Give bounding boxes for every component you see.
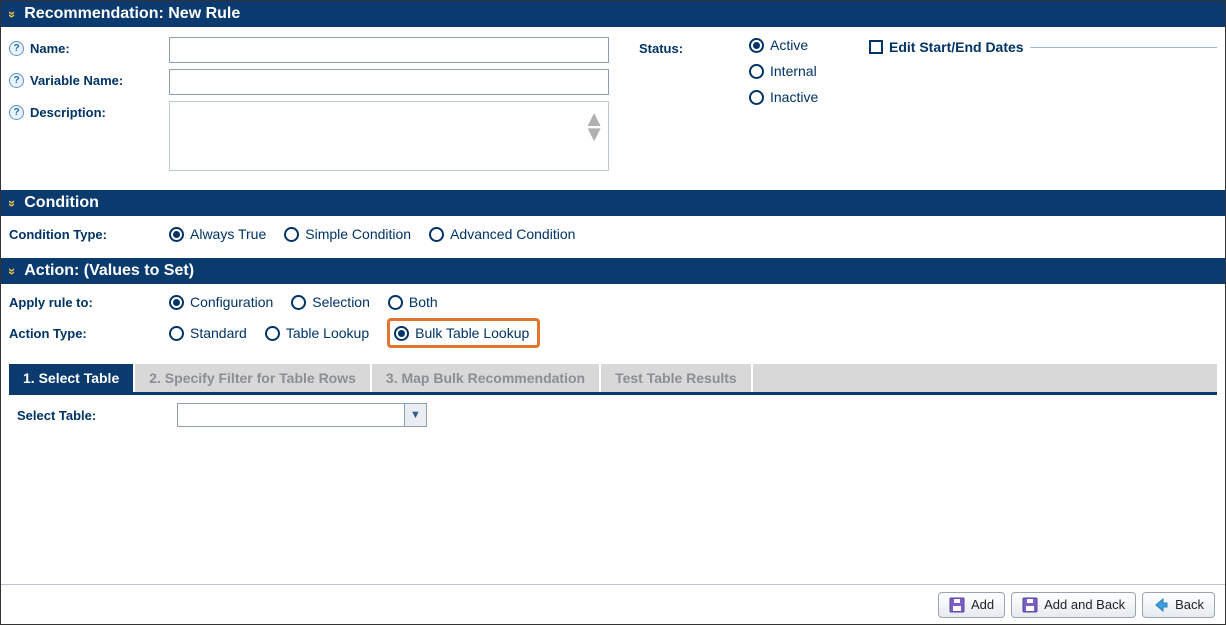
condition-header[interactable]: » Condition: [1, 190, 1225, 216]
action-type-label: Action Type:: [9, 326, 169, 341]
apply-both-label: Both: [409, 294, 438, 310]
bulk-table-lookup-highlight: Bulk Table Lookup: [387, 318, 540, 348]
condition-always-label: Always True: [190, 226, 266, 242]
apply-selection-radio[interactable]: [291, 295, 306, 310]
apply-both-radio[interactable]: [388, 295, 403, 310]
apply-selection-label: Selection: [312, 294, 370, 310]
recommendation-header[interactable]: » Recommendation: New Rule: [1, 1, 1225, 27]
action-standard-label: Standard: [190, 325, 247, 341]
recommendation-title: Recommendation: New Rule: [24, 5, 240, 23]
status-internal-radio[interactable]: [749, 64, 764, 79]
condition-simple-radio[interactable]: [284, 227, 299, 242]
add-and-back-label: Add and Back: [1044, 597, 1125, 612]
status-label: Status:: [639, 37, 749, 115]
apply-configuration-radio[interactable]: [169, 295, 184, 310]
select-table-input[interactable]: [178, 404, 404, 426]
action-header[interactable]: » Action: (Values to Set): [1, 258, 1225, 284]
status-internal-label: Internal: [770, 63, 817, 79]
collapse-icon: »: [6, 267, 19, 274]
condition-body: Condition Type: Always True Simple Condi…: [1, 216, 1225, 258]
action-bulk-table-lookup-label: Bulk Table Lookup: [415, 325, 529, 341]
edit-dates-fieldset: Edit Start/End Dates: [869, 39, 1217, 57]
action-title: Action: (Values to Set): [24, 262, 194, 280]
description-input[interactable]: [169, 101, 609, 171]
add-and-back-button[interactable]: Add and Back: [1011, 592, 1136, 618]
status-active-radio[interactable]: [749, 38, 764, 53]
edit-dates-checkbox[interactable]: [869, 40, 883, 54]
help-icon[interactable]: ?: [9, 41, 24, 56]
status-options: Active Internal Inactive: [749, 37, 869, 115]
action-tabs: 1. Select Table 2. Specify Filter for Ta…: [9, 364, 1217, 395]
condition-always-radio[interactable]: [169, 227, 184, 242]
save-icon: [949, 597, 965, 613]
add-button-label: Add: [971, 597, 994, 612]
variable-name-input[interactable]: [169, 69, 609, 95]
select-table-combo[interactable]: ▼: [177, 403, 427, 427]
back-button-label: Back: [1175, 597, 1204, 612]
arrow-left-icon: [1153, 597, 1169, 613]
action-table-lookup-radio[interactable]: [265, 326, 280, 341]
name-label-col: ? Name:: [9, 37, 169, 56]
condition-simple-label: Simple Condition: [305, 226, 411, 242]
action-body: Apply rule to: Configuration Selection B…: [1, 284, 1225, 441]
status-active-label: Active: [770, 37, 808, 53]
apply-configuration-label: Configuration: [190, 294, 273, 310]
footer-toolbar: Add Add and Back Back: [1, 584, 1225, 624]
name-label: Name:: [30, 41, 70, 56]
collapse-icon: »: [6, 199, 19, 206]
condition-advanced-label: Advanced Condition: [450, 226, 575, 242]
apply-rule-label: Apply rule to:: [9, 295, 169, 310]
save-icon: [1022, 597, 1038, 613]
select-table-label: Select Table:: [17, 408, 177, 423]
tab-select-table[interactable]: 1. Select Table: [9, 364, 135, 392]
condition-type-label: Condition Type:: [9, 227, 169, 242]
variable-name-label: Variable Name:: [30, 73, 123, 88]
chevron-down-icon[interactable]: ▼: [404, 404, 426, 426]
status-inactive-label: Inactive: [770, 89, 818, 105]
condition-advanced-radio[interactable]: [429, 227, 444, 242]
action-bulk-table-lookup-radio[interactable]: [394, 326, 409, 341]
tab-map-bulk[interactable]: 3. Map Bulk Recommendation: [372, 364, 601, 392]
condition-title: Condition: [24, 194, 99, 212]
help-icon[interactable]: ?: [9, 105, 24, 120]
action-table-lookup-label: Table Lookup: [286, 325, 369, 341]
edit-dates-label: Edit Start/End Dates: [889, 39, 1024, 55]
collapse-icon: »: [6, 10, 19, 17]
add-button[interactable]: Add: [938, 592, 1005, 618]
action-standard-radio[interactable]: [169, 326, 184, 341]
name-input[interactable]: [169, 37, 609, 63]
tab-test-results[interactable]: Test Table Results: [601, 364, 753, 392]
help-icon[interactable]: ?: [9, 73, 24, 88]
recommendation-body: ? Name: ? Variable Name:: [1, 27, 1225, 190]
rule-editor-page: » Recommendation: New Rule ? Name: ?: [0, 0, 1226, 625]
tab-body: Select Table: ▼: [9, 395, 1217, 441]
back-button[interactable]: Back: [1142, 592, 1215, 618]
tab-specify-filter[interactable]: 2. Specify Filter for Table Rows: [135, 364, 372, 392]
variable-label-col: ? Variable Name:: [9, 69, 169, 88]
content-area: » Recommendation: New Rule ? Name: ?: [1, 1, 1225, 584]
status-inactive-radio[interactable]: [749, 90, 764, 105]
description-label-col: ? Description:: [9, 101, 169, 120]
description-label: Description:: [30, 105, 106, 120]
